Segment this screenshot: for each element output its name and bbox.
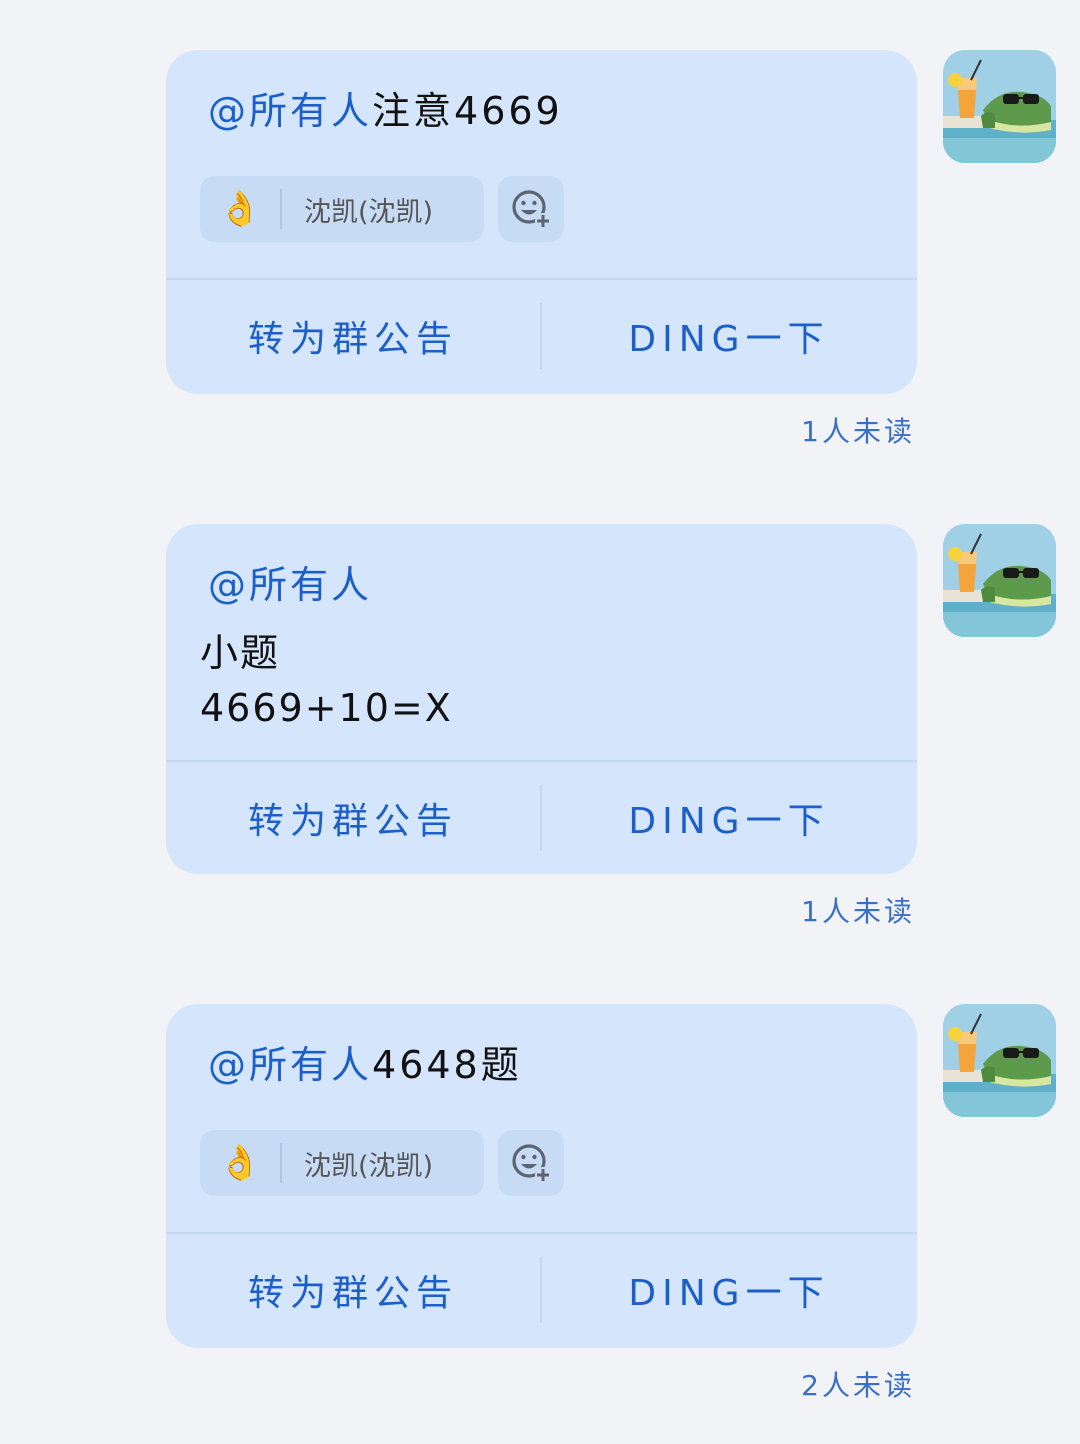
unread-count[interactable]: 1人未读 — [801, 410, 915, 450]
message-text-line: @所有人4648题 — [208, 1034, 522, 1089]
reactor-name: 沈凯(沈凯) — [304, 196, 434, 228]
message-text-line-3: 4669+10=X — [200, 686, 453, 730]
message-text-line: @所有人 — [208, 554, 372, 609]
add-reaction-button[interactable] — [498, 1130, 564, 1196]
ding-button[interactable]: DING一下 — [542, 310, 916, 362]
crocodile-sunglasses-avatar-icon[interactable] — [943, 50, 1056, 163]
mention-all[interactable]: @所有人 — [208, 89, 372, 133]
message-actions: 转为群公告 DING一下 — [166, 762, 917, 874]
ding-button[interactable]: DING一下 — [542, 1264, 916, 1316]
add-reaction-icon — [512, 190, 551, 229]
message-actions: 转为群公告 DING一下 — [166, 280, 917, 392]
add-reaction-button[interactable] — [498, 176, 564, 242]
mention-all[interactable]: @所有人 — [208, 563, 372, 607]
message-content: @所有人注意4669 👌 沈凯(沈凯) — [166, 50, 917, 280]
message-actions: 转为群公告 DING一下 — [166, 1234, 917, 1346]
message-bubble[interactable]: @所有人 小题 4669+10=X 转为群公告 DING一下 — [166, 524, 917, 874]
ding-button[interactable]: DING一下 — [542, 792, 916, 844]
unread-count[interactable]: 1人未读 — [801, 890, 915, 930]
crocodile-sunglasses-avatar-icon[interactable] — [943, 524, 1056, 637]
convert-to-announcement-button[interactable]: 转为群公告 — [166, 792, 540, 844]
reaction-pill[interactable]: 👌 沈凯(沈凯) — [200, 176, 484, 242]
unread-count[interactable]: 2人未读 — [801, 1364, 915, 1404]
message-bubble[interactable]: @所有人4648题 👌 沈凯(沈凯) 转为群公告 DING一下 — [166, 1004, 917, 1348]
message-content: @所有人4648题 👌 沈凯(沈凯) — [166, 1004, 917, 1234]
message-text: 注意4669 — [372, 89, 563, 133]
message-content: @所有人 小题 4669+10=X — [166, 524, 917, 762]
reaction-pill[interactable]: 👌 沈凯(沈凯) — [200, 1130, 484, 1196]
ok-hand-icon: 👌 — [218, 189, 262, 229]
add-reaction-icon — [512, 1144, 551, 1183]
convert-to-announcement-button[interactable]: 转为群公告 — [166, 1264, 540, 1316]
ok-hand-icon: 👌 — [218, 1143, 262, 1183]
mention-all[interactable]: @所有人 — [208, 1043, 372, 1087]
message-text: 4648题 — [372, 1043, 522, 1087]
reactor-name: 沈凯(沈凯) — [304, 1150, 434, 1182]
crocodile-sunglasses-avatar-icon[interactable] — [943, 1004, 1056, 1117]
message-bubble[interactable]: @所有人注意4669 👌 沈凯(沈凯) 转为群公告 DING一下 — [166, 50, 917, 394]
message-text-line-2: 小题 — [200, 631, 281, 675]
message-text-line: @所有人注意4669 — [208, 80, 563, 135]
convert-to-announcement-button[interactable]: 转为群公告 — [166, 310, 540, 362]
